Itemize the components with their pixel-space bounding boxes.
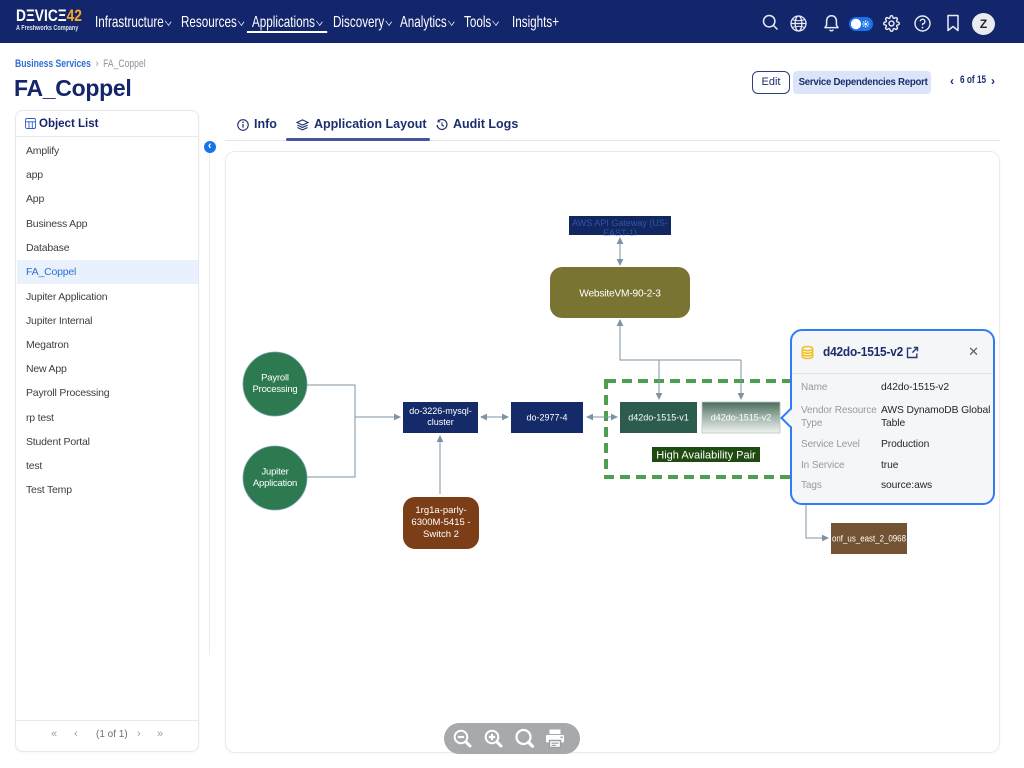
svg-text:High Availability Pair: High Availability Pair (656, 450, 756, 462)
svg-text:WebsiteVM-90-2-3: WebsiteVM-90-2-3 (579, 289, 661, 300)
svg-text:1rg1a-parly-: 1rg1a-parly- (415, 505, 466, 516)
svg-text:6300M-5415 -: 6300M-5415 - (411, 517, 470, 528)
svg-text:do-3226-mysql-: do-3226-mysql- (409, 406, 472, 416)
svg-text:do-2977-4: do-2977-4 (526, 413, 567, 423)
svg-text:AWS API Gateway (US-: AWS API Gateway (US- (572, 218, 668, 228)
svg-text:Processing: Processing (253, 384, 298, 395)
svg-text:onf_us_east_2_0968: onf_us_east_2_0968 (832, 534, 906, 545)
svg-text:d42do-1515-v2: d42do-1515-v2 (711, 413, 772, 423)
svg-text:Payroll: Payroll (261, 373, 289, 384)
svg-text:cluster: cluster (427, 417, 454, 427)
svg-text:Switch 2: Switch 2 (423, 529, 459, 540)
svg-text:Jupiter: Jupiter (261, 467, 288, 478)
svg-text:d42do-1515-v1: d42do-1515-v1 (628, 413, 689, 423)
svg-text:EAST-1): EAST-1) (603, 228, 637, 238)
svg-text:Application: Application (253, 478, 297, 489)
